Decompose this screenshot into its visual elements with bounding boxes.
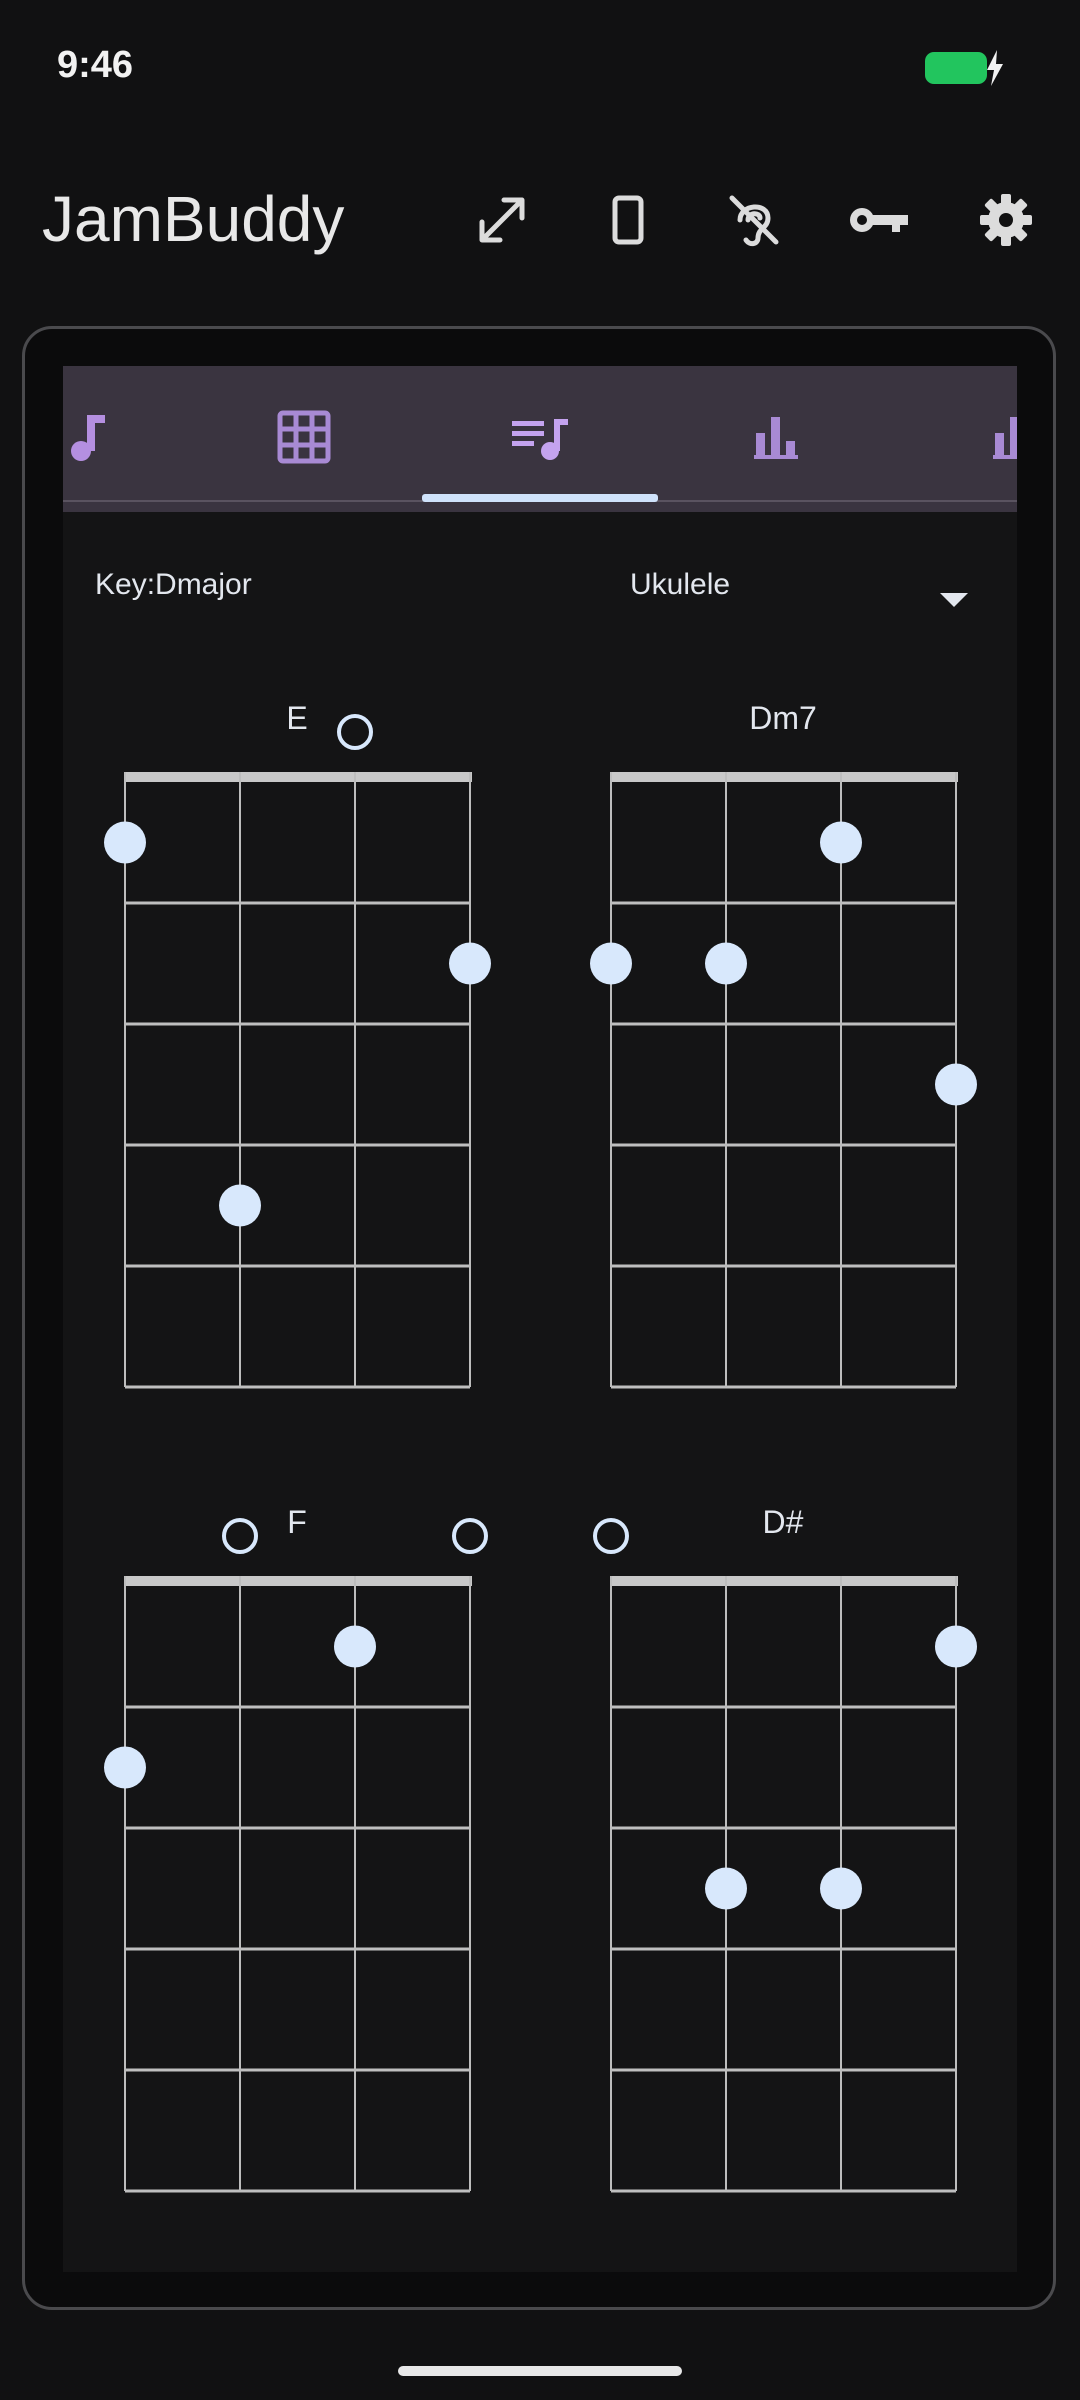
settings-icon[interactable] xyxy=(974,188,1038,252)
nut xyxy=(611,772,958,782)
finger-dot xyxy=(590,942,632,985)
tab-playlist-music[interactable] xyxy=(422,366,658,512)
rotate-device-icon[interactable] xyxy=(596,188,660,252)
instrument-select[interactable]: Ukulele xyxy=(630,568,730,602)
finger-dot xyxy=(449,942,491,985)
dropdown-arrow-icon[interactable] xyxy=(940,593,968,607)
chord-diagram-d-sharp: D# xyxy=(583,1504,983,2224)
tab-selected-indicator xyxy=(422,494,658,502)
tab-strip xyxy=(63,366,1017,512)
open-string-marker xyxy=(452,1518,488,1554)
open-string-marker xyxy=(222,1518,258,1554)
chord-fretboard xyxy=(104,1518,488,2193)
finger-dot xyxy=(104,821,146,864)
chord-diagram-dm7: Dm7 xyxy=(583,700,983,1420)
chord-fretboard xyxy=(593,1518,977,2193)
chord-fretboard xyxy=(590,772,977,1389)
chord-diagram-f: F xyxy=(97,1504,497,2224)
finger-dot xyxy=(820,821,862,864)
hearing-disabled-icon[interactable] xyxy=(722,188,786,252)
tab-grid[interactable] xyxy=(186,366,422,512)
finger-dot xyxy=(219,1184,261,1227)
bar-chart-icon xyxy=(991,413,1017,466)
nut xyxy=(125,772,472,782)
finger-dot xyxy=(935,1625,977,1668)
finger-dot xyxy=(935,1063,977,1106)
finger-dot xyxy=(820,1867,862,1910)
tab-bar-chart-2[interactable] xyxy=(897,366,1017,512)
finger-dot xyxy=(104,1746,146,1789)
open-string-marker xyxy=(337,714,373,750)
chord-fretboard xyxy=(104,714,491,1389)
grid-icon xyxy=(276,409,332,470)
app-bar: JamBuddy xyxy=(0,160,1080,280)
bar-chart-icon xyxy=(752,413,800,466)
tab-music-note[interactable] xyxy=(63,366,199,512)
music-note-icon xyxy=(63,409,105,470)
battery-charging-icon xyxy=(925,52,987,84)
app-title: JamBuddy xyxy=(42,183,345,255)
status-bar: 9:46 xyxy=(0,0,1080,130)
open-string-marker xyxy=(593,1518,629,1554)
chord-diagram-e: E xyxy=(97,700,497,1420)
home-indicator[interactable] xyxy=(398,2366,682,2376)
fullscreen-icon[interactable] xyxy=(470,188,534,252)
key-icon[interactable] xyxy=(848,188,912,252)
key-label: Key:Dmajor xyxy=(95,568,252,601)
tab-bar-chart[interactable] xyxy=(658,366,894,512)
status-time: 9:46 xyxy=(57,44,134,86)
nut xyxy=(611,1576,958,1586)
playlist-music-icon xyxy=(510,409,570,470)
finger-dot xyxy=(705,942,747,985)
finger-dot xyxy=(334,1625,376,1668)
finger-dot xyxy=(705,1867,747,1910)
nut xyxy=(125,1576,472,1586)
charging-bolt-icon xyxy=(987,50,1003,86)
